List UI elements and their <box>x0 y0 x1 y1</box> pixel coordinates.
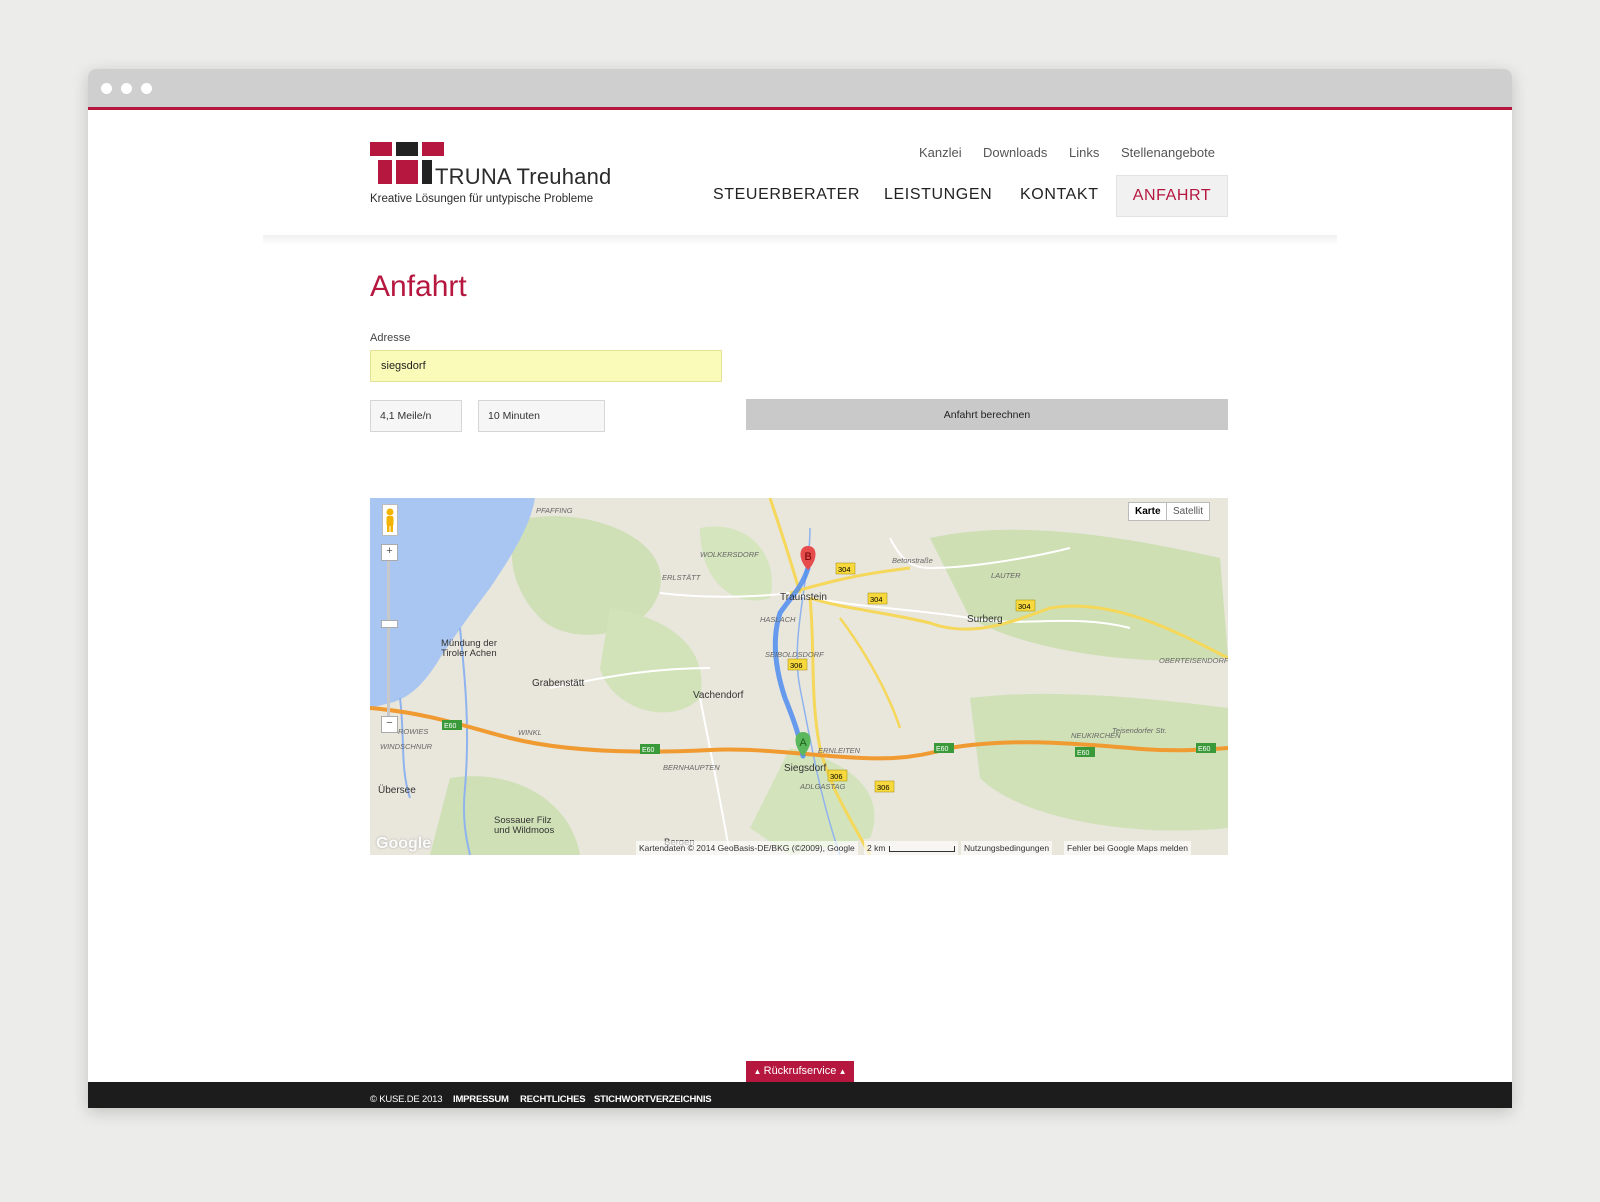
address-input[interactable] <box>370 350 722 382</box>
map-place-label: und Wildmoos <box>494 825 555 836</box>
nav-steuerberater[interactable]: STEUERBERATER <box>713 175 860 215</box>
map-place-label: PFAFFING <box>536 506 573 515</box>
map-place-label: SEIBOLDSDORF <box>765 650 824 659</box>
route-map[interactable]: B A 304 304 304 306 306 306 E60 E60 E60 … <box>370 498 1228 855</box>
road-shield-304: 304 <box>838 565 851 574</box>
browser-window: TRUNA Treuhand Kreative Lösungen für unt… <box>88 69 1512 1108</box>
map-place-label: WINKL <box>518 728 542 737</box>
zoom-slider-handle[interactable] <box>381 620 398 628</box>
map-place-label: ERNLEITEN <box>818 746 861 755</box>
map-street-label: Teisendorfer Str. <box>1112 726 1167 735</box>
browser-titlebar <box>88 69 1512 110</box>
nav-leistungen[interactable]: LEISTUNGEN <box>884 175 992 215</box>
scale-bar <box>889 845 956 852</box>
footer-stichwortverzeichnis[interactable]: STICHWORTVERZEICHNIS <box>594 1094 712 1105</box>
logo-block <box>396 160 418 184</box>
nav-kontakt[interactable]: KONTAKT <box>1020 175 1099 215</box>
map-place-label: OBERTEISENDORF <box>1159 656 1228 665</box>
map-place-label: LAUTER <box>991 571 1021 580</box>
map-attribution: Kartendaten © 2014 GeoBasis-DE/BKG (©200… <box>636 841 858 855</box>
map-place-label: ROWIES <box>398 727 429 736</box>
zoom-out-button[interactable]: − <box>381 716 398 733</box>
street-view-pegman-icon[interactable] <box>382 504 398 536</box>
marker-a-label: A <box>800 737 808 749</box>
map-place-label: ADLGASTAG <box>800 782 846 791</box>
brand-name: TRUNA Treuhand <box>435 164 612 189</box>
footer-impressum[interactable]: IMPRESSUM <box>453 1094 509 1105</box>
zoom-slider-track[interactable] <box>387 560 390 728</box>
map-place-label: Surberg <box>967 614 1003 625</box>
road-shield-306: 306 <box>877 783 890 792</box>
nav-anfahrt[interactable]: ANFAHRT <box>1116 175 1228 217</box>
header-divider <box>263 235 1337 245</box>
map-place-label: Vachendorf <box>693 690 744 701</box>
map-place-label: ERLSTÄTT <box>662 573 701 582</box>
subnav-stellenangebote[interactable]: Stellenangebote <box>1121 145 1215 160</box>
map-place-label: Siegsdorf <box>784 763 827 774</box>
page: TRUNA Treuhand Kreative Lösungen für unt… <box>88 110 1512 1108</box>
map-terms-link[interactable]: Nutzungsbedingungen <box>961 841 1053 855</box>
logo-block <box>422 160 432 184</box>
map-place-label: WOLKERSDORF <box>700 550 759 559</box>
map-place-label: Tiroler Achen <box>441 648 497 659</box>
road-shield-304: 304 <box>870 595 883 604</box>
map-place-label: BERNHAUPTEN <box>663 763 720 772</box>
map-type-satellit-button[interactable]: Satellit <box>1166 502 1211 521</box>
map-place-label: HASLACH <box>760 615 796 624</box>
road-shield-e60: E60 <box>1198 746 1211 753</box>
road-shield-e60: E60 <box>936 746 949 753</box>
road-shield-304: 304 <box>1018 602 1031 611</box>
logo-block <box>422 142 444 156</box>
map-report-link[interactable]: Fehler bei Google Maps melden <box>1064 841 1191 855</box>
footer-copyright: © KUSE.DE 2013 <box>370 1094 443 1105</box>
subnav-links[interactable]: Links <box>1069 145 1099 160</box>
subnav-kanzlei[interactable]: Kanzlei <box>919 145 962 160</box>
logo-block <box>378 160 392 184</box>
zoom-in-button[interactable]: + <box>381 544 398 561</box>
calculate-route-button[interactable]: Anfahrt berechnen <box>746 399 1228 430</box>
logo-block <box>396 142 418 156</box>
road-shield-e60: E60 <box>642 747 655 754</box>
map-place-label: Grabenstätt <box>532 678 585 689</box>
road-shield-306: 306 <box>790 661 803 670</box>
google-logo: Google <box>376 835 432 852</box>
map-scale: 2 km <box>864 841 959 855</box>
address-label: Adresse <box>370 332 411 344</box>
map-place-label: Übersee <box>378 785 416 796</box>
map-scale-label: 2 km <box>867 843 886 853</box>
road-shield-e60: E60 <box>444 723 457 730</box>
chevron-up-icon: ▲ <box>753 1067 764 1076</box>
duration-field: 10 Minuten <box>478 400 605 432</box>
map-street-label: Betonstraße <box>892 556 933 565</box>
chevron-up-icon: ▲ <box>836 1067 847 1076</box>
map-type-karte-button[interactable]: Karte <box>1128 502 1168 521</box>
callback-service-button[interactable]: ▲ Rückrufservice ▲ <box>746 1061 854 1082</box>
window-dot-icon[interactable] <box>141 83 152 94</box>
tagline: Kreative Lösungen für untypische Problem… <box>370 193 594 205</box>
map-place-label: Traunstein <box>780 592 827 603</box>
footer: © KUSE.DE 2013 IMPRESSUM RECHTLICHES STI… <box>88 1082 1512 1108</box>
footer-rechtliches[interactable]: RECHTLICHES <box>520 1094 586 1105</box>
callback-label: Rückrufservice <box>763 1065 837 1077</box>
road-shield-e60: E60 <box>1077 750 1090 757</box>
page-title: Anfahrt <box>370 270 467 303</box>
window-dot-icon[interactable] <box>101 83 112 94</box>
window-dot-icon[interactable] <box>121 83 132 94</box>
map-place-label: WINDSCHNUR <box>380 742 433 751</box>
subnav-downloads[interactable]: Downloads <box>983 145 1047 160</box>
road-shield-306: 306 <box>830 772 843 781</box>
marker-b-label: B <box>805 551 812 563</box>
logo[interactable]: TRUNA Treuhand Kreative Lösungen für unt… <box>370 142 630 212</box>
map-canvas: B A 304 304 304 306 306 306 E60 E60 E60 … <box>370 498 1228 855</box>
logo-block <box>370 142 392 156</box>
distance-field: 4,1 Meile/n <box>370 400 462 432</box>
